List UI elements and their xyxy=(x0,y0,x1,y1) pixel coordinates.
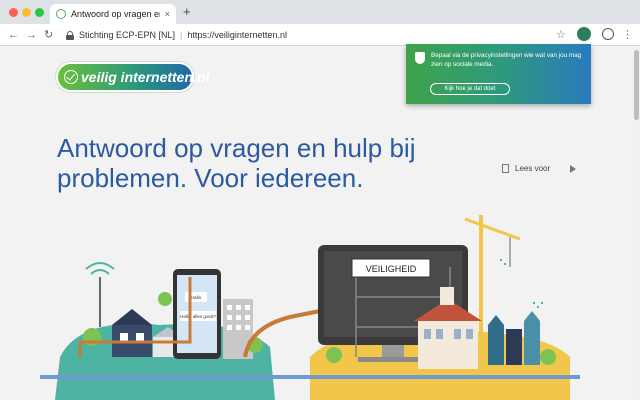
headline-line-2: problemen. Voor iedereen. xyxy=(57,163,364,193)
certificate-org: Stichting ECP-EPN [NL] xyxy=(79,30,176,40)
site-favicon-icon xyxy=(56,9,66,19)
shield-icon xyxy=(415,52,425,64)
read-aloud-label: Lees voor xyxy=(515,164,551,173)
chat-bubble-2: Hallo, alles goed? xyxy=(180,314,216,319)
maximize-window-button[interactable] xyxy=(35,8,44,17)
privacy-howto-button[interactable]: Kijk hoe je dat doet xyxy=(430,83,510,95)
url-text[interactable]: https://veiliginternetten.nl xyxy=(187,30,287,40)
play-icon[interactable] xyxy=(570,164,577,173)
document-icon xyxy=(502,164,509,173)
read-aloud-button[interactable]: Lees voor xyxy=(502,164,577,173)
tab-title: Antwoord op vragen en hulp bij xyxy=(71,9,160,19)
forward-button[interactable]: → xyxy=(26,27,37,43)
close-window-button[interactable] xyxy=(9,8,18,17)
minimize-window-button[interactable] xyxy=(22,8,31,17)
hero-illustration: Hallo Hallo, alles goed? VEILIGHEID xyxy=(40,215,580,400)
address-bar[interactable]: Stichting ECP-EPN [NL] | https://veiligi… xyxy=(62,27,574,43)
address-separator: | xyxy=(180,30,183,40)
lock-icon xyxy=(66,30,74,40)
veiligheid-sign: VEILIGHEID xyxy=(366,264,417,274)
tab-bar: Antwoord op vragen en hulp bij × + xyxy=(0,0,640,24)
page-headline: Antwoord op vragen en hulp bij problemen… xyxy=(57,133,417,193)
profile-avatar-icon[interactable] xyxy=(602,28,614,40)
scrollbar-thumb[interactable] xyxy=(634,50,639,120)
extension-shield-icon[interactable] xyxy=(577,27,591,41)
tab-close-icon[interactable]: × xyxy=(165,9,170,19)
browser-menu-icon[interactable]: ⋮ xyxy=(622,27,633,43)
chat-bubble-1: Hallo xyxy=(191,295,202,300)
new-tab-button[interactable]: + xyxy=(183,5,191,19)
privacy-notification: Bepaal via de privacyinstellingen wie wa… xyxy=(406,44,591,104)
back-button[interactable]: ← xyxy=(8,27,19,43)
logo-check-icon xyxy=(64,70,78,84)
headline-line-1: Antwoord op vragen en hulp bij xyxy=(57,133,416,163)
reload-button[interactable]: ↻ xyxy=(44,27,53,43)
notification-text: Bepaal via de privacyinstellingen wie wa… xyxy=(431,52,582,68)
browser-toolbar: ← → ↻ Stichting ECP-EPN [NL] | https://v… xyxy=(0,24,640,46)
site-logo[interactable]: veilig internetten.nl xyxy=(56,62,209,92)
tab-active[interactable]: Antwoord op vragen en hulp bij × xyxy=(50,4,176,24)
logo-text: veilig internetten.nl xyxy=(81,69,210,85)
bookmark-star-icon[interactable]: ☆ xyxy=(556,27,566,43)
